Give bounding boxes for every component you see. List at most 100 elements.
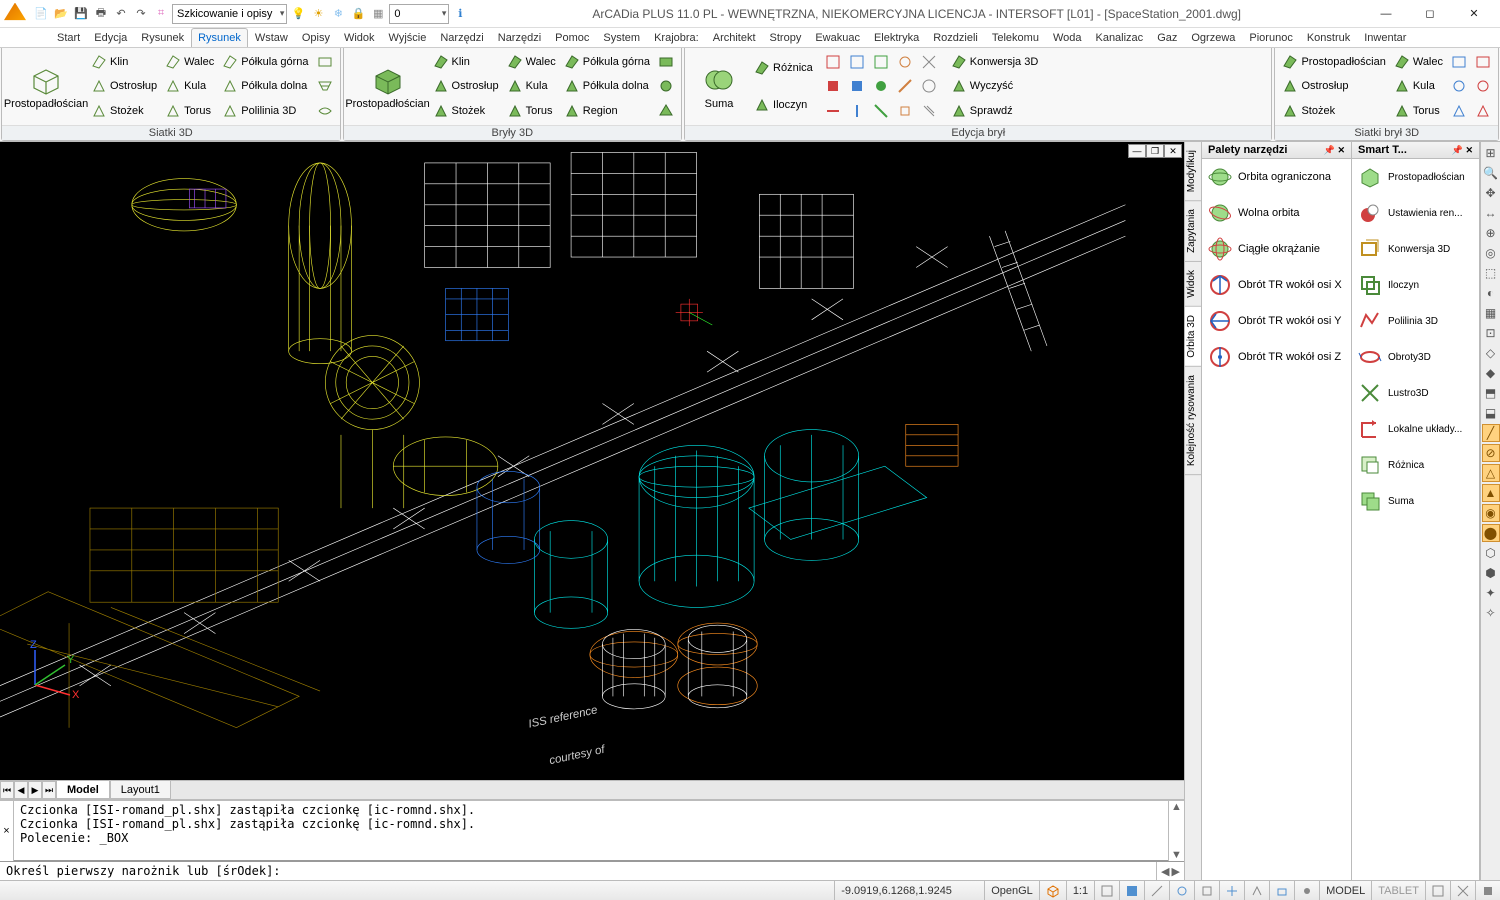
sun-icon[interactable]: ☀ — [309, 5, 327, 23]
right-tool-3-icon[interactable]: ↔ — [1482, 204, 1500, 222]
doc-restore-button[interactable]: ❐ — [1146, 144, 1164, 158]
edit-solid-2-icon[interactable] — [846, 51, 868, 73]
ribbon-tab-inwentar[interactable]: Inwentar — [1357, 28, 1413, 47]
sprawd--button[interactable]: Sprawdź — [948, 100, 1041, 122]
command-input[interactable]: Określ pierwszy narożnik lub [śrOdek]: — [0, 862, 1156, 880]
edit-solid-10-icon[interactable] — [918, 75, 940, 97]
tab-last-button[interactable]: ⏭ — [42, 781, 56, 799]
konwersja-3d-button[interactable]: Konwersja 3D — [948, 51, 1041, 73]
suma-button[interactable]: Suma — [689, 50, 749, 123]
status-snap-4-icon[interactable] — [1169, 881, 1194, 900]
right-tool-14-icon[interactable]: ╱ — [1482, 424, 1500, 442]
ribbon-tab-telekomu[interactable]: Telekomu — [985, 28, 1046, 47]
ostros-up-button[interactable]: Ostrosłup — [1279, 75, 1388, 97]
close-button[interactable]: ✕ — [1452, 0, 1496, 28]
sto-ek-button[interactable]: Stożek — [430, 100, 502, 122]
drawing-viewport[interactable]: — ❐ ✕ — [0, 142, 1184, 780]
palette-item-ci-g-e-okr--anie[interactable]: Ciągłe okrążanie — [1202, 231, 1351, 267]
right-tool-16-icon[interactable]: △ — [1482, 464, 1500, 482]
iloczyn-button[interactable]: Iloczyn — [751, 94, 816, 116]
smart-item-prostopad-o-cian[interactable]: Prostopadłościan — [1352, 159, 1479, 195]
maximize-button[interactable]: ◻ — [1408, 0, 1452, 28]
ribbon-tab-rozdzieli[interactable]: Rozdzieli — [926, 28, 985, 47]
side-tab-zapytania[interactable]: Zapytania — [1185, 201, 1201, 262]
doc-close-button[interactable]: ✕ — [1164, 144, 1182, 158]
smart-item-suma[interactable]: Suma — [1352, 483, 1479, 519]
mesh-extra-3-icon[interactable] — [314, 100, 336, 122]
undo-icon[interactable]: ↶ — [112, 5, 130, 23]
info-icon[interactable]: ℹ — [451, 5, 469, 23]
status-end-2-icon[interactable] — [1450, 881, 1475, 900]
status-snap-5-icon[interactable] — [1194, 881, 1219, 900]
mesh-solid-5-icon[interactable] — [1448, 100, 1470, 122]
prostopad-o-cian-button[interactable]: Prostopadłościan — [1279, 51, 1388, 73]
solid-extra-3-icon[interactable] — [655, 100, 677, 122]
right-tool-20-icon[interactable]: ⬡ — [1482, 544, 1500, 562]
smart-item-polilinia-3d[interactable]: Polilinia 3D — [1352, 303, 1479, 339]
edit-solid-15-icon[interactable] — [918, 100, 940, 122]
side-tab-modyfikuj[interactable]: Modyfikuj — [1185, 142, 1201, 201]
status-coords[interactable]: -9.0919,6.1268,1.9245 — [834, 881, 984, 900]
ostros-up-button[interactable]: Ostrosłup — [430, 75, 502, 97]
status-opengl[interactable]: OpenGL — [984, 881, 1039, 900]
sto-ek-button[interactable]: Stożek — [88, 100, 160, 122]
smart-item-iloczyn[interactable]: Iloczyn — [1352, 267, 1479, 303]
new-icon[interactable]: 📄 — [32, 5, 50, 23]
tab-first-button[interactable]: ⏮ — [0, 781, 14, 799]
p--kula-g-rna-button[interactable]: Półkula górna — [561, 51, 653, 73]
open-icon[interactable]: 📂 — [52, 5, 70, 23]
ribbon-tab-narzdzi[interactable]: Narzędzi — [433, 28, 490, 47]
palette-item-orbita-ograniczona[interactable]: Orbita ograniczona — [1202, 159, 1351, 195]
status-snap-9-icon[interactable] — [1294, 881, 1319, 900]
r--nica-button[interactable]: Różnica — [751, 57, 816, 79]
mesh-solid-4-icon[interactable] — [1472, 75, 1494, 97]
doc-minimize-button[interactable]: — — [1128, 144, 1146, 158]
side-tab-kolejnorysowania[interactable]: Kolejność rysowania — [1185, 367, 1201, 475]
palette-pin-icon[interactable]: 📌 ✕ — [1324, 145, 1345, 156]
prostopadloscian-mesh-button[interactable]: Prostopadłościan — [6, 50, 86, 123]
ribbon-tab-edycja[interactable]: Edycja — [87, 28, 134, 47]
right-tool-12-icon[interactable]: ⬒ — [1482, 384, 1500, 402]
smart-item-ustawienia-ren---[interactable]: Ustawienia ren... — [1352, 195, 1479, 231]
p--kula-dolna-button[interactable]: Półkula dolna — [561, 75, 653, 97]
palette-item-wolna-orbita[interactable]: Wolna orbita — [1202, 195, 1351, 231]
ribbon-tab-krajobra[interactable]: Krajobra: — [647, 28, 706, 47]
ribbon-tab-piorunoc[interactable]: Piorunoc — [1242, 28, 1299, 47]
status-model[interactable]: MODEL — [1319, 881, 1371, 900]
right-tool-11-icon[interactable]: ◆ — [1482, 364, 1500, 382]
solid-extra-1-icon[interactable] — [655, 51, 677, 73]
mesh-solid-2-icon[interactable] — [1472, 51, 1494, 73]
mesh-solid-6-icon[interactable] — [1472, 100, 1494, 122]
smart-item-r--nica[interactable]: Różnica — [1352, 447, 1479, 483]
ostros-up-button[interactable]: Ostrosłup — [88, 75, 160, 97]
walec-button[interactable]: Walec — [162, 51, 217, 73]
smart-item-lustro3d[interactable]: Lustro3D — [1352, 375, 1479, 411]
status-snap-1-icon[interactable] — [1094, 881, 1119, 900]
palette-pin-icon[interactable]: 📌 ✕ — [1452, 145, 1473, 156]
kula-button[interactable]: Kula — [162, 75, 217, 97]
ribbon-tab-widok[interactable]: Widok — [337, 28, 382, 47]
right-tool-6-icon[interactable]: ⬚ — [1482, 264, 1500, 282]
redo-icon[interactable]: ↷ — [132, 5, 150, 23]
edit-solid-8-icon[interactable] — [870, 75, 892, 97]
right-tool-21-icon[interactable]: ⬢ — [1482, 564, 1500, 582]
ribbon-tab-wstaw[interactable]: Wstaw — [248, 28, 295, 47]
wyczy---button[interactable]: Wyczyść — [948, 75, 1041, 97]
layer-combo[interactable]: 0 — [389, 4, 449, 24]
save-icon[interactable]: 💾 — [72, 5, 90, 23]
mesh-extra-2-icon[interactable] — [314, 75, 336, 97]
minimize-button[interactable]: — — [1364, 0, 1408, 28]
apps-icon[interactable]: ⌗ — [152, 5, 170, 23]
edit-solid-7-icon[interactable] — [846, 75, 868, 97]
ribbon-tab-gaz[interactable]: Gaz — [1150, 28, 1184, 47]
status-snap-2-icon[interactable] — [1119, 881, 1144, 900]
cmd-right-button[interactable]: ▶ — [1172, 865, 1180, 878]
tab-prev-button[interactable]: ◀ — [14, 781, 28, 799]
right-tool-19-icon[interactable]: ⬤ — [1482, 524, 1500, 542]
ribbon-tab-wyjcie[interactable]: Wyjście — [382, 28, 434, 47]
klin-button[interactable]: Klin — [88, 51, 160, 73]
ribbon-tab-system[interactable]: System — [596, 28, 647, 47]
edit-solid-11-icon[interactable] — [822, 100, 844, 122]
polilinia-3d-button[interactable]: Polilinia 3D — [219, 100, 311, 122]
walec-button[interactable]: Walec — [1391, 51, 1446, 73]
